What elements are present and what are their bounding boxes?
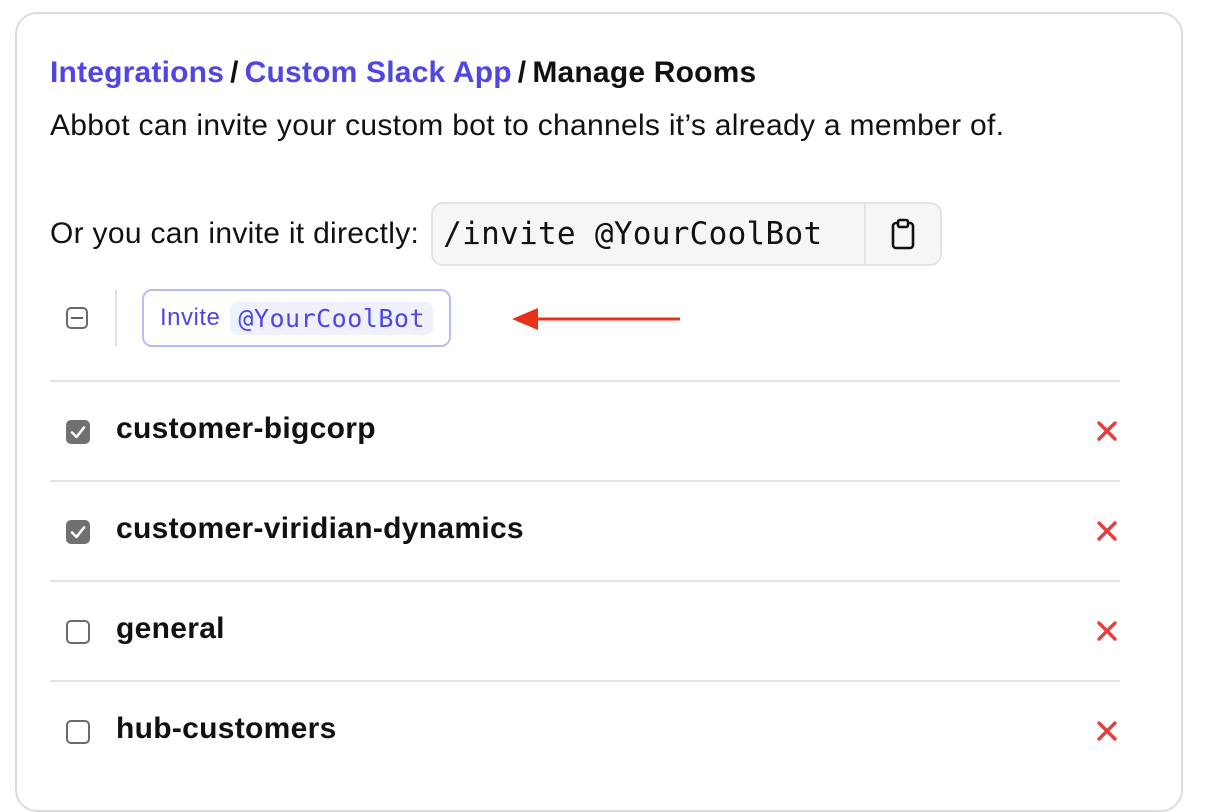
room-checkbox[interactable] bbox=[66, 520, 90, 544]
breadcrumb-separator: / bbox=[230, 56, 239, 89]
invite-button-label: Invite bbox=[160, 304, 221, 331]
checkmark-icon bbox=[70, 526, 86, 539]
room-checkbox[interactable] bbox=[66, 420, 90, 444]
toolbar-divider bbox=[115, 290, 117, 346]
bulk-action-toolbar: Invite @YourCoolBot bbox=[50, 288, 1120, 368]
room-row: general bbox=[50, 580, 1120, 680]
direct-invite-label: Or you can invite it directly: bbox=[50, 217, 420, 250]
copy-command-button[interactable] bbox=[864, 204, 941, 264]
room-row: customer-bigcorp bbox=[50, 380, 1120, 480]
room-name: hub-customers bbox=[116, 712, 337, 745]
breadcrumb-separator: / bbox=[517, 56, 527, 89]
invite-command-box: /invite @YourCoolBot bbox=[431, 202, 943, 266]
remove-room-button[interactable] bbox=[1094, 618, 1120, 644]
breadcrumb: Integrations / Custom Slack App / Manage Roo… bbox=[50, 56, 756, 90]
close-icon bbox=[1097, 521, 1117, 541]
page-description: Abbot can invite your custom bot to chan… bbox=[50, 109, 1005, 142]
invite-bot-button[interactable]: Invite @YourCoolBot bbox=[142, 289, 451, 347]
close-icon bbox=[1097, 621, 1117, 641]
room-name: customer-bigcorp bbox=[116, 412, 376, 445]
room-name: customer-viridian-dynamics bbox=[116, 512, 524, 545]
remove-room-button[interactable] bbox=[1094, 418, 1120, 444]
room-row: customer-viridian-dynamics bbox=[50, 480, 1120, 580]
close-icon bbox=[1097, 421, 1117, 441]
room-name: general bbox=[116, 612, 225, 645]
breadcrumb-integrations-link[interactable]: Integrations bbox=[50, 56, 224, 89]
page-title: Manage Rooms bbox=[532, 56, 757, 89]
invite-button-bot-name: @YourCoolBot bbox=[230, 301, 433, 335]
clipboard-icon bbox=[892, 218, 915, 250]
checkmark-icon bbox=[70, 426, 86, 439]
remove-room-button[interactable] bbox=[1094, 518, 1120, 544]
room-checkbox[interactable] bbox=[66, 620, 90, 644]
select-all-checkbox[interactable] bbox=[66, 307, 88, 329]
room-checkbox[interactable] bbox=[66, 720, 90, 744]
direct-invite-row: Or you can invite it directly: /invite @… bbox=[50, 200, 943, 268]
room-list: customer-bigcorp customer-viridian-dynami… bbox=[50, 380, 1120, 780]
room-row: hub-customers bbox=[50, 680, 1120, 780]
indeterminate-dash-icon bbox=[71, 317, 83, 319]
remove-room-button[interactable] bbox=[1094, 718, 1120, 744]
arrow-left-icon bbox=[512, 308, 680, 330]
breadcrumb-custom-slack-app-link[interactable]: Custom Slack App bbox=[245, 56, 512, 89]
close-icon bbox=[1097, 721, 1117, 741]
invite-command-text[interactable]: /invite @YourCoolBot bbox=[433, 216, 864, 252]
